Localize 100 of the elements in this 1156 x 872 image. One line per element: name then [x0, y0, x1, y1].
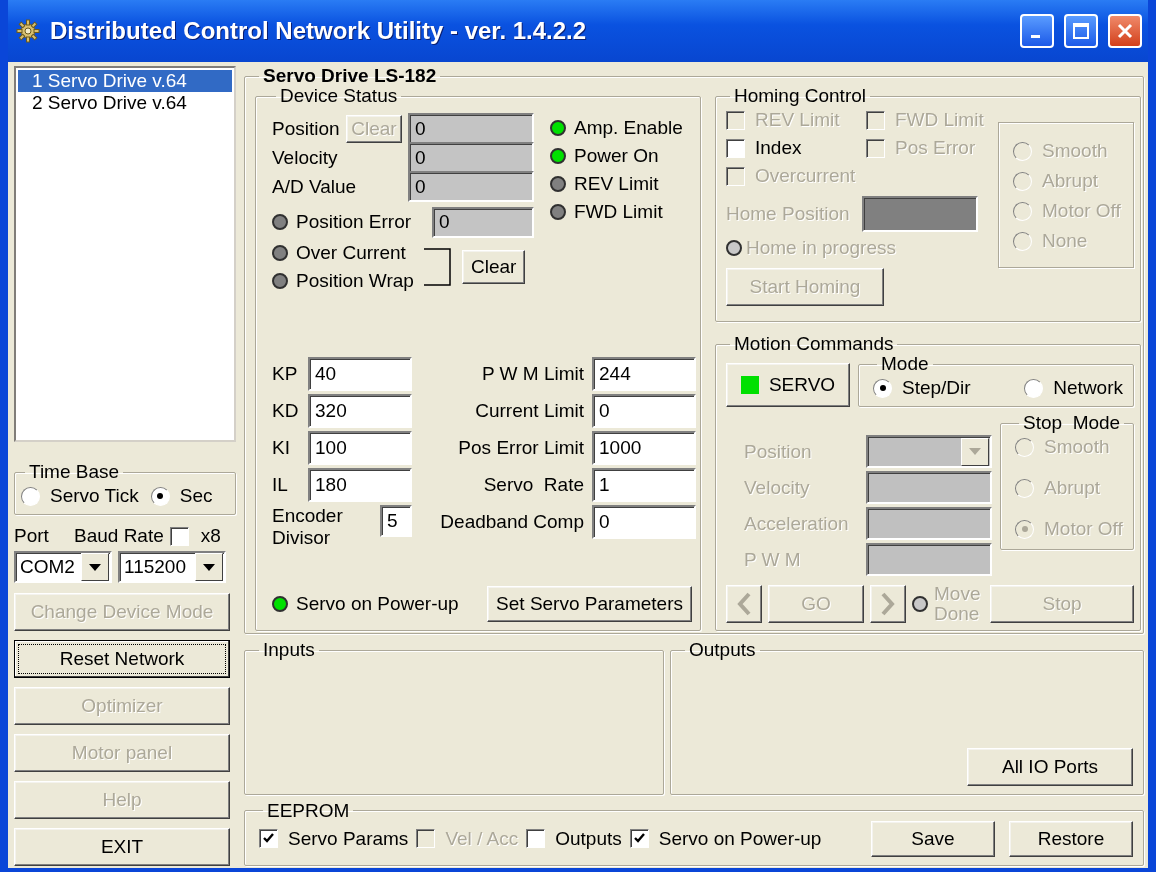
radio-button[interactable] [1024, 378, 1044, 398]
parameter-label: Pos Error Limit [457, 437, 584, 459]
status-label: Over Current [296, 242, 406, 264]
device-list-item[interactable]: 2 Servo Drive v.64 [18, 92, 232, 114]
chevron-left-icon [737, 592, 751, 616]
parameter-label: Current Limit [474, 400, 584, 422]
parameter-label: KP [272, 363, 299, 385]
group-title: EEPROM [266, 800, 351, 821]
status-label: Power On [574, 145, 659, 167]
baud-rate-dropdown[interactable]: 115200 [118, 551, 226, 583]
readout-field: 0 [408, 142, 534, 173]
checkbox-label: Index [755, 137, 802, 159]
parameter-label: P W M Limit [480, 363, 584, 385]
checkbox-label: Overcurrent [755, 165, 856, 187]
all-io-ports-button[interactable]: All IO Ports [967, 747, 1133, 786]
dropdown-value: 115200 [124, 556, 186, 578]
window-title: Distributed Control Network Utility - ver. 1.4.2.2 [50, 17, 588, 45]
group-title: Stop Mode [1022, 413, 1122, 433]
position-dropdown[interactable] [866, 435, 992, 468]
radio-button[interactable] [150, 486, 170, 506]
group-title: Servo Drive LS-182 [262, 66, 438, 86]
readout-field: 0 [408, 113, 534, 144]
radio-label: Smooth [1042, 140, 1108, 162]
device-list-item[interactable]: 1 Servo Drive v.64 [18, 70, 232, 92]
status-label: FWD Limit [574, 201, 663, 223]
checkbox-label: Pos Error [895, 137, 976, 159]
parameter-field[interactable]: 1 [592, 468, 696, 502]
close-icon [1116, 22, 1134, 40]
radio-label: Servo Tick [50, 485, 139, 507]
gear-icon [16, 19, 40, 43]
parameter-field[interactable]: 180 [308, 468, 412, 502]
checkbox[interactable] [169, 526, 189, 546]
readout-field: 0 [432, 206, 534, 238]
close-button[interactable] [1108, 14, 1142, 48]
parameter-label: KI [272, 437, 291, 459]
caret-icon [969, 448, 981, 455]
radio-label: Step/Dir [902, 377, 971, 399]
status-label: Position Wrap [296, 270, 414, 292]
status-label: REV Limit [574, 173, 659, 195]
clear-button[interactable]: Clear [462, 250, 526, 284]
eeprom-button[interactable]: Save [871, 820, 995, 857]
readout-label: Velocity [272, 146, 339, 169]
parameter-field[interactable]: 320 [308, 394, 412, 428]
group-title: Mode [880, 354, 930, 374]
chevron-right-icon [881, 592, 895, 616]
checkbox[interactable] [629, 829, 649, 849]
checkbox[interactable] [526, 829, 546, 849]
radio-button[interactable] [21, 486, 40, 506]
parameter-label: IL [272, 474, 289, 496]
set-parameters-button[interactable]: Set Servo Parameters [487, 586, 692, 622]
checkbox-label: Vel / Acc [445, 827, 519, 850]
radio-label: None [1042, 230, 1088, 252]
parameter-field[interactable]: 100 [308, 431, 412, 465]
motion-field[interactable] [866, 543, 992, 576]
group-title: Time Base [28, 462, 121, 482]
parameter-field[interactable]: 244 [592, 357, 696, 391]
motion-field[interactable] [866, 507, 992, 540]
parameter-field[interactable]: 0 [592, 505, 696, 539]
status-label: Position Error [296, 211, 412, 233]
checkbox[interactable] [726, 138, 745, 158]
eeprom-button[interactable]: Restore [1009, 820, 1133, 857]
parameter-field[interactable]: 0 [592, 394, 696, 428]
radio-label: Sec [179, 485, 213, 507]
group-title: Outputs [688, 640, 757, 660]
port-dropdown[interactable]: COM2 [14, 551, 112, 583]
radio-label: Network [1053, 377, 1123, 399]
caret-icon [203, 563, 215, 571]
bracket-line [422, 248, 452, 286]
parameter-label: Servo Rate [482, 474, 584, 496]
radio-label: Abrupt [1044, 477, 1100, 499]
maximize-icon [1072, 22, 1090, 40]
parameter-label: Deadband Comp [439, 511, 584, 533]
port-label: Port [14, 525, 50, 547]
group-title: Device Status [279, 86, 399, 106]
parameter-field[interactable]: 40 [308, 357, 412, 391]
readout-label: Position [272, 117, 341, 140]
parameter-field[interactable]: 1000 [592, 431, 696, 465]
side-button[interactable]: Reset Network [14, 640, 230, 678]
maximize-button[interactable] [1064, 14, 1098, 48]
motion-field-label: Position [743, 440, 813, 463]
radio-label: Smooth [1044, 436, 1110, 458]
dropdown-value: COM2 [20, 556, 75, 578]
radio-label: Abrupt [1042, 170, 1098, 192]
radio-button[interactable] [873, 378, 892, 398]
servo-button[interactable]: SERVO [726, 363, 850, 407]
side-button[interactable]: EXIT [14, 828, 230, 866]
caret-icon [89, 563, 101, 571]
group-title: Inputs [262, 640, 316, 660]
status-label: Home in progress [746, 237, 896, 259]
home-position-label: Home Position [726, 203, 850, 225]
checkbox[interactable] [259, 829, 278, 849]
parameter-field[interactable]: 5 [380, 505, 412, 537]
motion-field[interactable] [866, 471, 992, 504]
checkbox-label: FWD Limit [895, 109, 984, 131]
status-label: Servo on Power-up [296, 593, 459, 615]
baud-rate-label: Baud Rate [74, 525, 164, 547]
minimize-button[interactable] [1020, 14, 1054, 48]
checkbox-label: Outputs [555, 827, 622, 850]
checkbox-label: Servo on Power-up [658, 827, 822, 850]
motion-field-label: P W M [743, 548, 802, 571]
